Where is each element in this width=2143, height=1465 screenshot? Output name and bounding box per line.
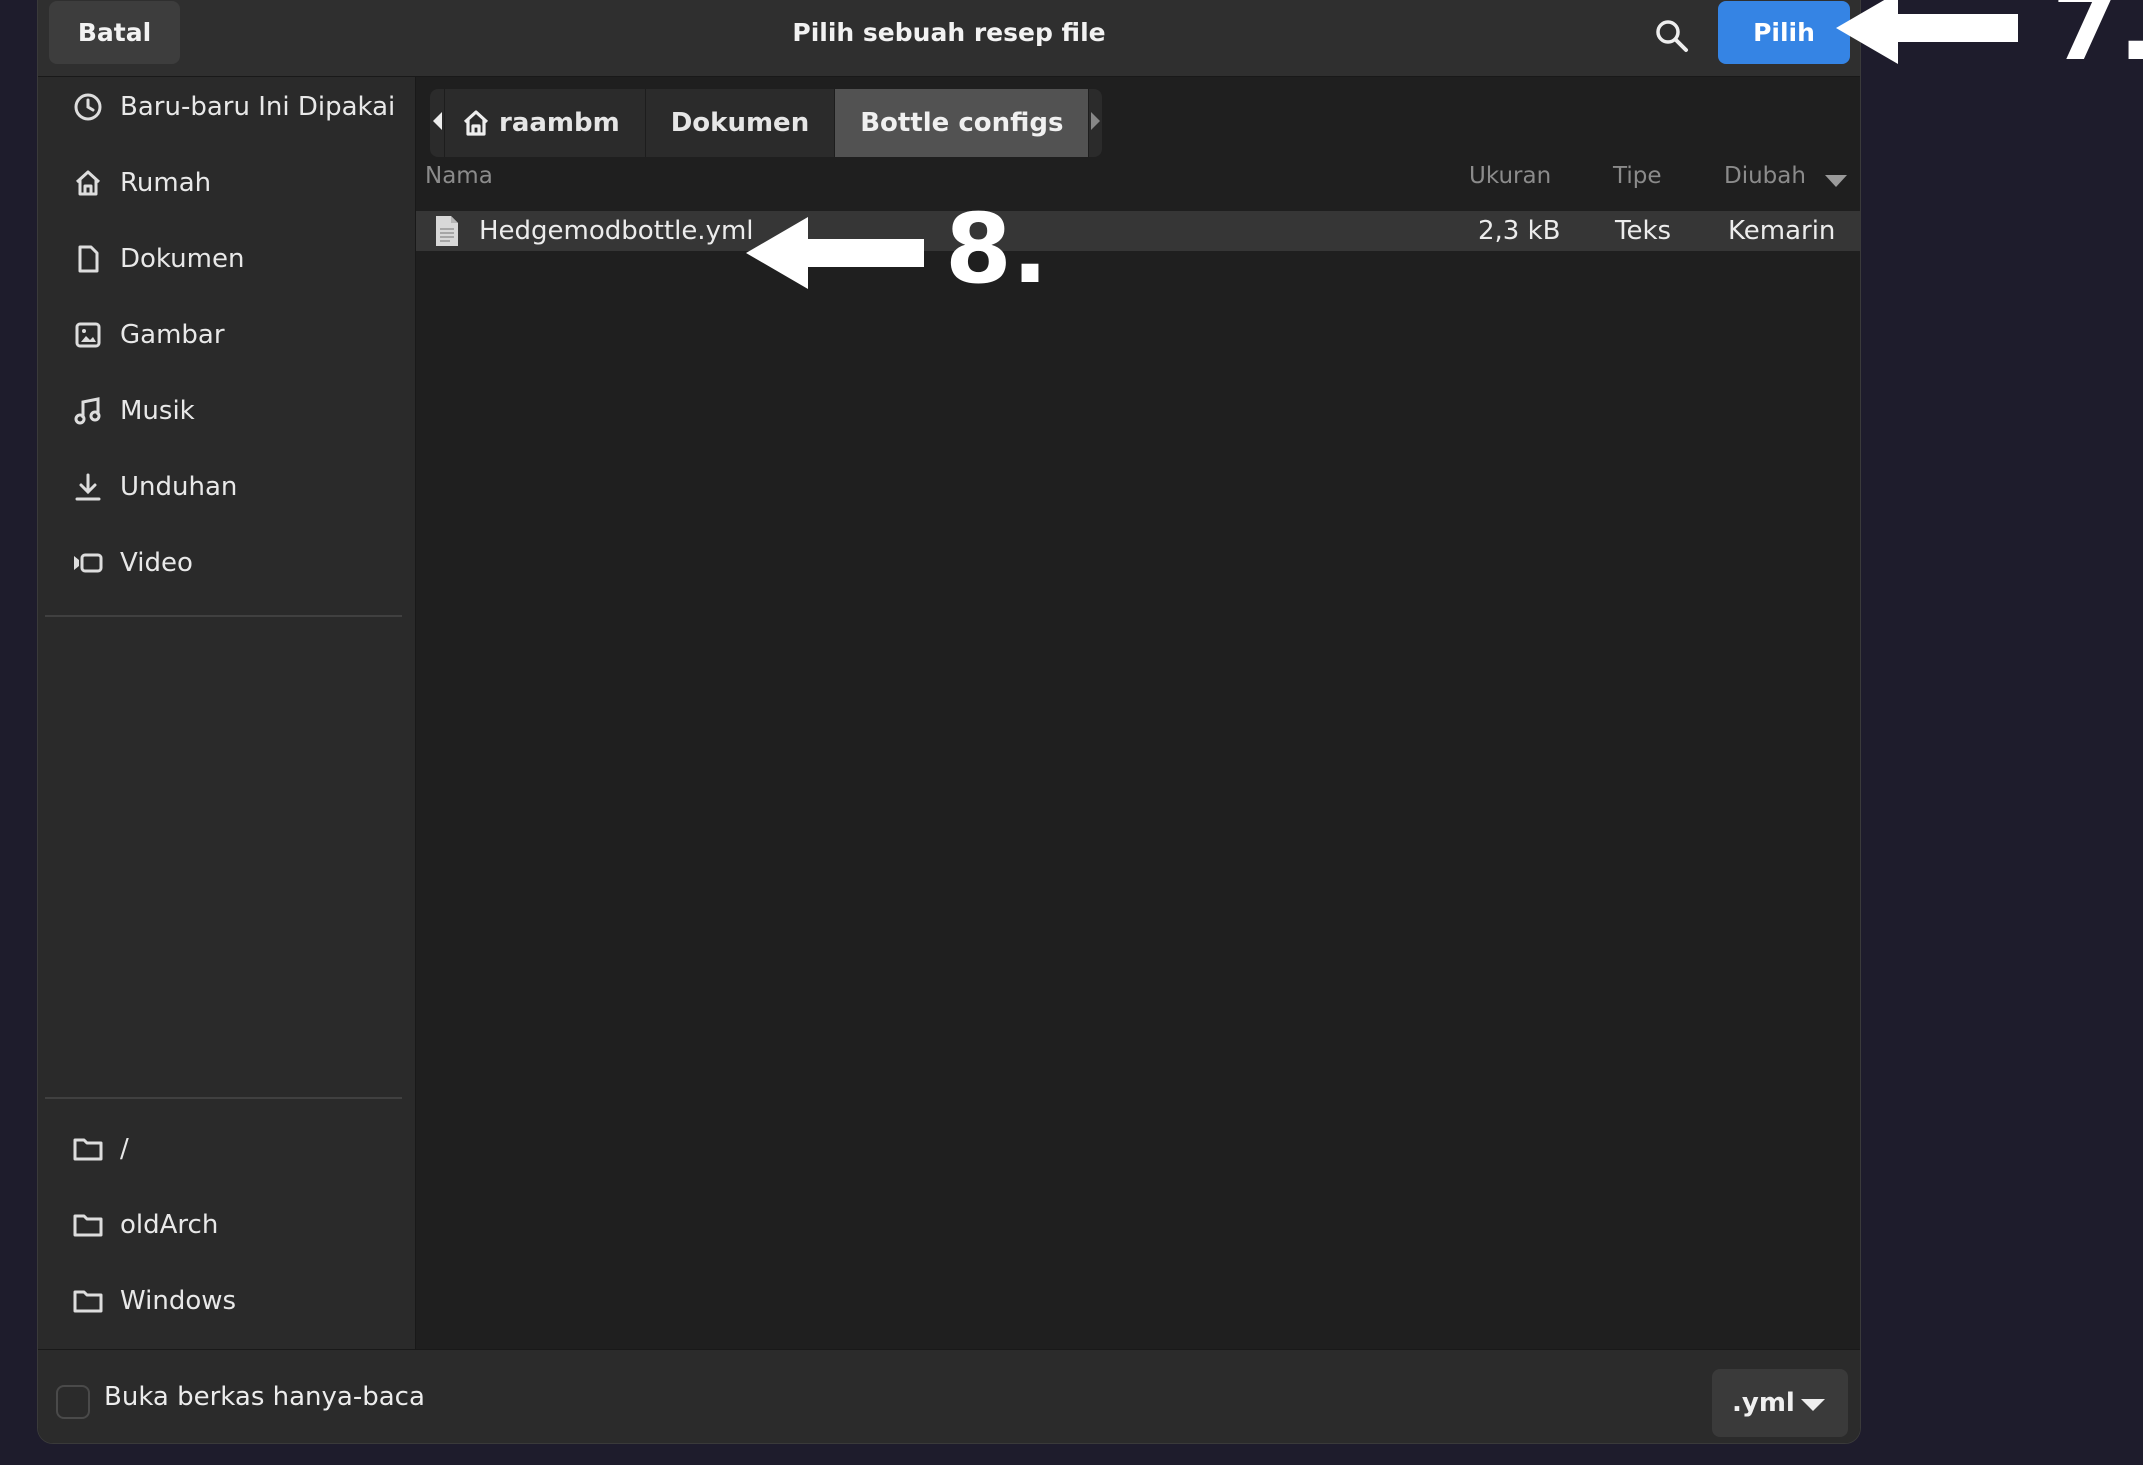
text-file-icon: [434, 211, 460, 251]
home-icon: [72, 167, 104, 199]
video-icon: [72, 547, 104, 579]
column-header-modified[interactable]: Diubah: [1724, 163, 1806, 189]
sidebar-item-music[interactable]: Musik: [38, 381, 415, 441]
sidebar-item-documents[interactable]: Dokumen: [38, 229, 415, 289]
music-icon: [72, 395, 104, 427]
sort-descending-icon[interactable]: [1824, 173, 1848, 192]
file-filter-value: .yml: [1732, 1388, 1795, 1418]
file-modified: Kemarin: [1728, 216, 1836, 246]
download-icon: [72, 471, 104, 503]
folder-icon: [72, 1133, 104, 1165]
sidebar-item-oldarch[interactable]: oldArch: [38, 1195, 415, 1255]
sidebar-item-label: /: [120, 1134, 129, 1164]
path-segment-documents[interactable]: Dokumen: [646, 89, 836, 157]
annotation-step-7: 7.: [2052, 0, 2143, 82]
sidebar-item-label: oldArch: [120, 1210, 219, 1240]
folder-icon: [72, 1285, 104, 1317]
file-name: Hedgemodbottle.yml: [479, 216, 754, 246]
sidebar-item-root[interactable]: /: [38, 1119, 415, 1179]
column-header-size[interactable]: Ukuran: [1469, 163, 1551, 189]
file-filter-dropdown[interactable]: .yml: [1712, 1369, 1848, 1437]
sidebar: Baru-baru Ini Dipakai Rumah Dokumen Gamb…: [38, 77, 416, 1349]
search-icon[interactable]: [1647, 11, 1697, 61]
annotation-arrow-icon: [746, 217, 924, 293]
file-size: 2,3 kB: [1478, 216, 1561, 246]
path-segment-label: raambm: [499, 108, 620, 138]
file-type: Teks: [1615, 216, 1672, 246]
readonly-checkbox[interactable]: [56, 1385, 90, 1419]
home-icon: [461, 108, 491, 138]
chevron-down-icon: [1800, 1397, 1826, 1416]
sidebar-item-label: Gambar: [120, 320, 225, 350]
sidebar-item-videos[interactable]: Video: [38, 533, 415, 593]
footer-bar: Buka berkas hanya-baca .yml: [38, 1349, 1860, 1443]
sidebar-divider: [45, 615, 402, 617]
sidebar-item-label: Rumah: [120, 168, 212, 198]
sidebar-item-label: Unduhan: [120, 472, 238, 502]
path-bar: raambm Dokumen Bottle configs: [430, 89, 1102, 157]
document-icon: [72, 243, 104, 275]
clock-icon: [72, 91, 104, 123]
sidebar-item-downloads[interactable]: Unduhan: [38, 457, 415, 517]
column-header-name[interactable]: Nama: [425, 163, 493, 189]
annotation-arrow-icon: [1836, 0, 2018, 68]
sidebar-item-label: Musik: [120, 396, 195, 426]
path-segment-label: Dokumen: [670, 108, 810, 138]
select-button[interactable]: Pilih: [1718, 1, 1850, 64]
annotation-step-8: 8.: [945, 193, 1049, 305]
sidebar-divider: [45, 1097, 402, 1099]
file-row[interactable]: Hedgemodbottle.yml 2,3 kB Teks Kemarin: [416, 211, 1860, 251]
sidebar-item-windows[interactable]: Windows: [38, 1271, 415, 1331]
path-segment-bottle-configs[interactable]: Bottle configs: [835, 89, 1090, 157]
sidebar-item-label: Video: [120, 548, 193, 578]
sidebar-item-label: Windows: [120, 1286, 237, 1316]
path-segment-home[interactable]: raambm: [445, 89, 646, 157]
chevron-right-icon: [1089, 110, 1102, 136]
sidebar-item-label: Dokumen: [120, 244, 245, 274]
sidebar-item-label: Baru-baru Ini Dipakai: [120, 92, 396, 122]
path-forward-button[interactable]: [1089, 89, 1102, 157]
readonly-checkbox-label[interactable]: Buka berkas hanya-baca: [104, 1382, 425, 1412]
sidebar-item-recent[interactable]: Baru-baru Ini Dipakai: [38, 77, 415, 137]
folder-icon: [72, 1209, 104, 1241]
header-bar: Batal Pilih sebuah resep file Pilih: [38, 0, 1860, 77]
path-back-button[interactable]: [430, 89, 445, 157]
chevron-left-icon: [430, 110, 444, 136]
path-segment-label: Bottle configs: [860, 108, 1064, 138]
image-icon: [72, 319, 104, 351]
sidebar-item-pictures[interactable]: Gambar: [38, 305, 415, 365]
sidebar-item-home[interactable]: Rumah: [38, 153, 415, 213]
column-header-type[interactable]: Tipe: [1613, 163, 1661, 189]
dialog-title: Pilih sebuah resep file: [792, 18, 1106, 47]
